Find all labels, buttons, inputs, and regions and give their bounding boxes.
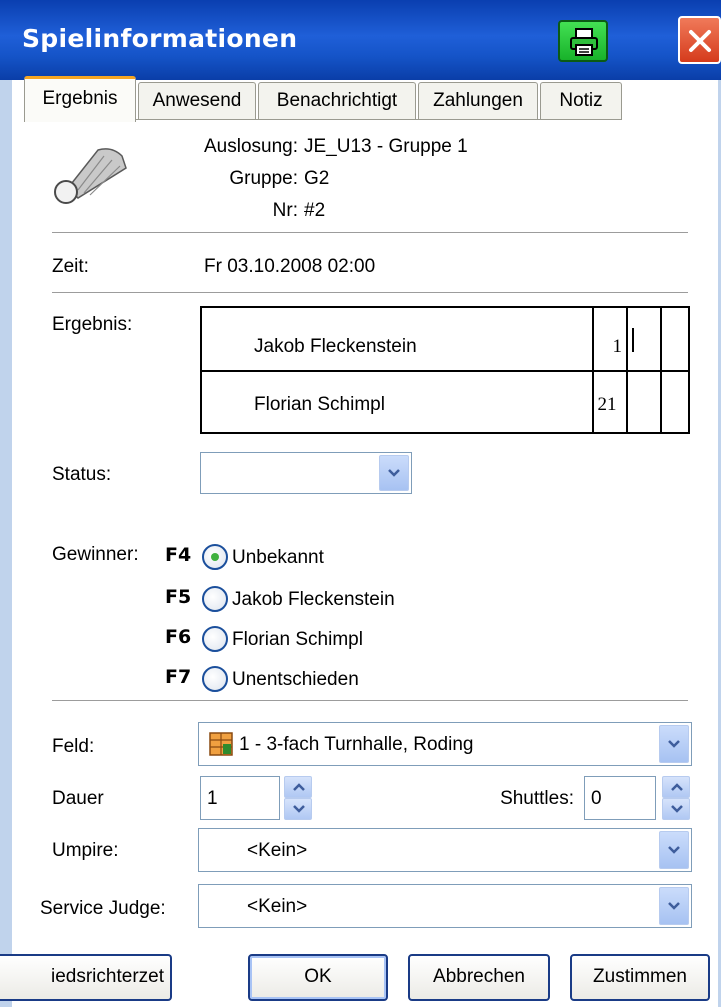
winner-label: Gewinner: [52, 544, 139, 565]
winner-draw-radio[interactable] [202, 666, 228, 692]
draw-value: JE_U13 - Gruppe 1 [304, 136, 468, 157]
score-table: Jakob Fleckenstein Florian Schimpl 1 21 [200, 306, 690, 434]
court-select[interactable]: 1 - 3-fach Turnhalle, Roding [198, 722, 692, 766]
tab-ergebnis[interactable]: Ergebnis [24, 76, 136, 122]
court-icon [209, 732, 233, 756]
tab-benachrichtigt[interactable]: Benachrichtigt [258, 82, 416, 120]
shuttles-stepper[interactable] [662, 776, 690, 820]
duration-up-button[interactable] [284, 776, 312, 798]
duration-stepper[interactable] [284, 776, 312, 820]
winner-player1-radio[interactable] [202, 586, 228, 612]
print-button[interactable] [558, 20, 608, 62]
umpire-select[interactable]: <Kein> [198, 828, 692, 872]
winner-player2-radio[interactable] [202, 626, 228, 652]
match-number-value: #2 [304, 200, 326, 221]
service-judge-select[interactable]: <Kein> [198, 884, 692, 928]
player1-score[interactable]: 1 [592, 336, 623, 358]
umpire-label: Umpire: [52, 840, 119, 861]
court-value: 1 - 3-fach Turnhalle, Roding [239, 734, 474, 755]
result-label: Ergebnis: [52, 314, 133, 335]
court-label: Feld: [52, 736, 95, 757]
time-label: Zeit: [52, 256, 89, 277]
group-value: G2 [304, 168, 330, 189]
score-row-divider [202, 370, 688, 372]
ok-button[interactable]: OK [248, 954, 388, 1001]
winner-player2-label[interactable]: Florian Schimpl [232, 629, 363, 651]
printer-icon [570, 28, 598, 56]
shuttlecock-icon [54, 148, 127, 204]
chevron-down-icon [668, 740, 680, 748]
time-value: Fr 03.10.2008 02:00 [204, 256, 376, 277]
shuttles-value: 0 [591, 788, 602, 809]
chevron-up-icon [293, 783, 305, 791]
match-number-label: Nr: [272, 200, 298, 221]
winner-f4-key: F4 [165, 544, 192, 566]
tab-anwesend[interactable]: Anwesend [138, 82, 256, 120]
chevron-down-icon [293, 805, 305, 813]
player2-name: Florian Schimpl [254, 394, 385, 415]
winner-player1-label[interactable]: Jakob Fleckenstein [232, 589, 395, 611]
shuttles-up-button[interactable] [662, 776, 690, 798]
shuttles-down-button[interactable] [662, 798, 690, 820]
separator [52, 232, 688, 233]
service-judge-dropdown-button[interactable] [659, 887, 689, 925]
draw-label: Auslosung: [203, 136, 298, 157]
player1-name: Jakob Fleckenstein [254, 336, 417, 357]
score-column-divider [660, 308, 662, 370]
score-set2-input[interactable] [628, 310, 658, 368]
duration-value: 1 [207, 788, 218, 809]
score-column-divider [660, 370, 662, 432]
duration-label: Dauer [52, 788, 104, 809]
player2-score[interactable]: 21 [592, 394, 622, 416]
radio-selected-dot [211, 553, 219, 561]
duration-input[interactable]: 1 [200, 776, 280, 820]
status-select[interactable] [200, 452, 412, 494]
court-dropdown-button[interactable] [659, 725, 689, 763]
separator [52, 700, 688, 701]
window-frame-left [0, 80, 12, 1007]
status-dropdown-button[interactable] [379, 455, 409, 491]
winner-f7-key: F7 [165, 666, 192, 688]
close-button[interactable] [678, 16, 721, 64]
duration-down-button[interactable] [284, 798, 312, 820]
winner-draw-label[interactable]: Unentschieden [232, 669, 359, 691]
winner-f5-key: F5 [165, 586, 192, 608]
tab-notiz[interactable]: Notiz [540, 82, 622, 120]
chevron-down-icon [388, 469, 400, 477]
window-title: Spielinformationen [22, 24, 298, 53]
chevron-down-icon [668, 846, 680, 854]
winner-unknown-radio[interactable] [202, 544, 228, 570]
tab-zahlungen[interactable]: Zahlungen [418, 82, 538, 120]
winner-unknown-label[interactable]: Unbekannt [232, 547, 324, 569]
service-judge-label: Service Judge: [40, 898, 166, 919]
separator [52, 292, 688, 293]
status-label: Status: [52, 464, 112, 485]
approve-button[interactable]: Zustimmen [570, 954, 710, 1001]
cancel-button[interactable]: Abbrechen [408, 954, 550, 1001]
service-judge-value: <Kein> [247, 896, 308, 917]
umpire-dropdown-button[interactable] [659, 831, 689, 869]
chevron-up-icon [671, 783, 683, 791]
winner-f6-key: F6 [165, 626, 192, 648]
title-bar[interactable]: Spielinformationen [0, 0, 721, 80]
shuttles-input[interactable]: 0 [584, 776, 656, 820]
chevron-down-icon [671, 805, 683, 813]
chevron-down-icon [668, 902, 680, 910]
close-icon [689, 30, 711, 52]
group-label: Gruppe: [229, 168, 298, 189]
umpire-value: <Kein> [247, 840, 308, 861]
umpire-sheet-button[interactable]: iedsrichterzet [0, 954, 172, 1001]
shuttles-label: Shuttles: [500, 788, 574, 809]
